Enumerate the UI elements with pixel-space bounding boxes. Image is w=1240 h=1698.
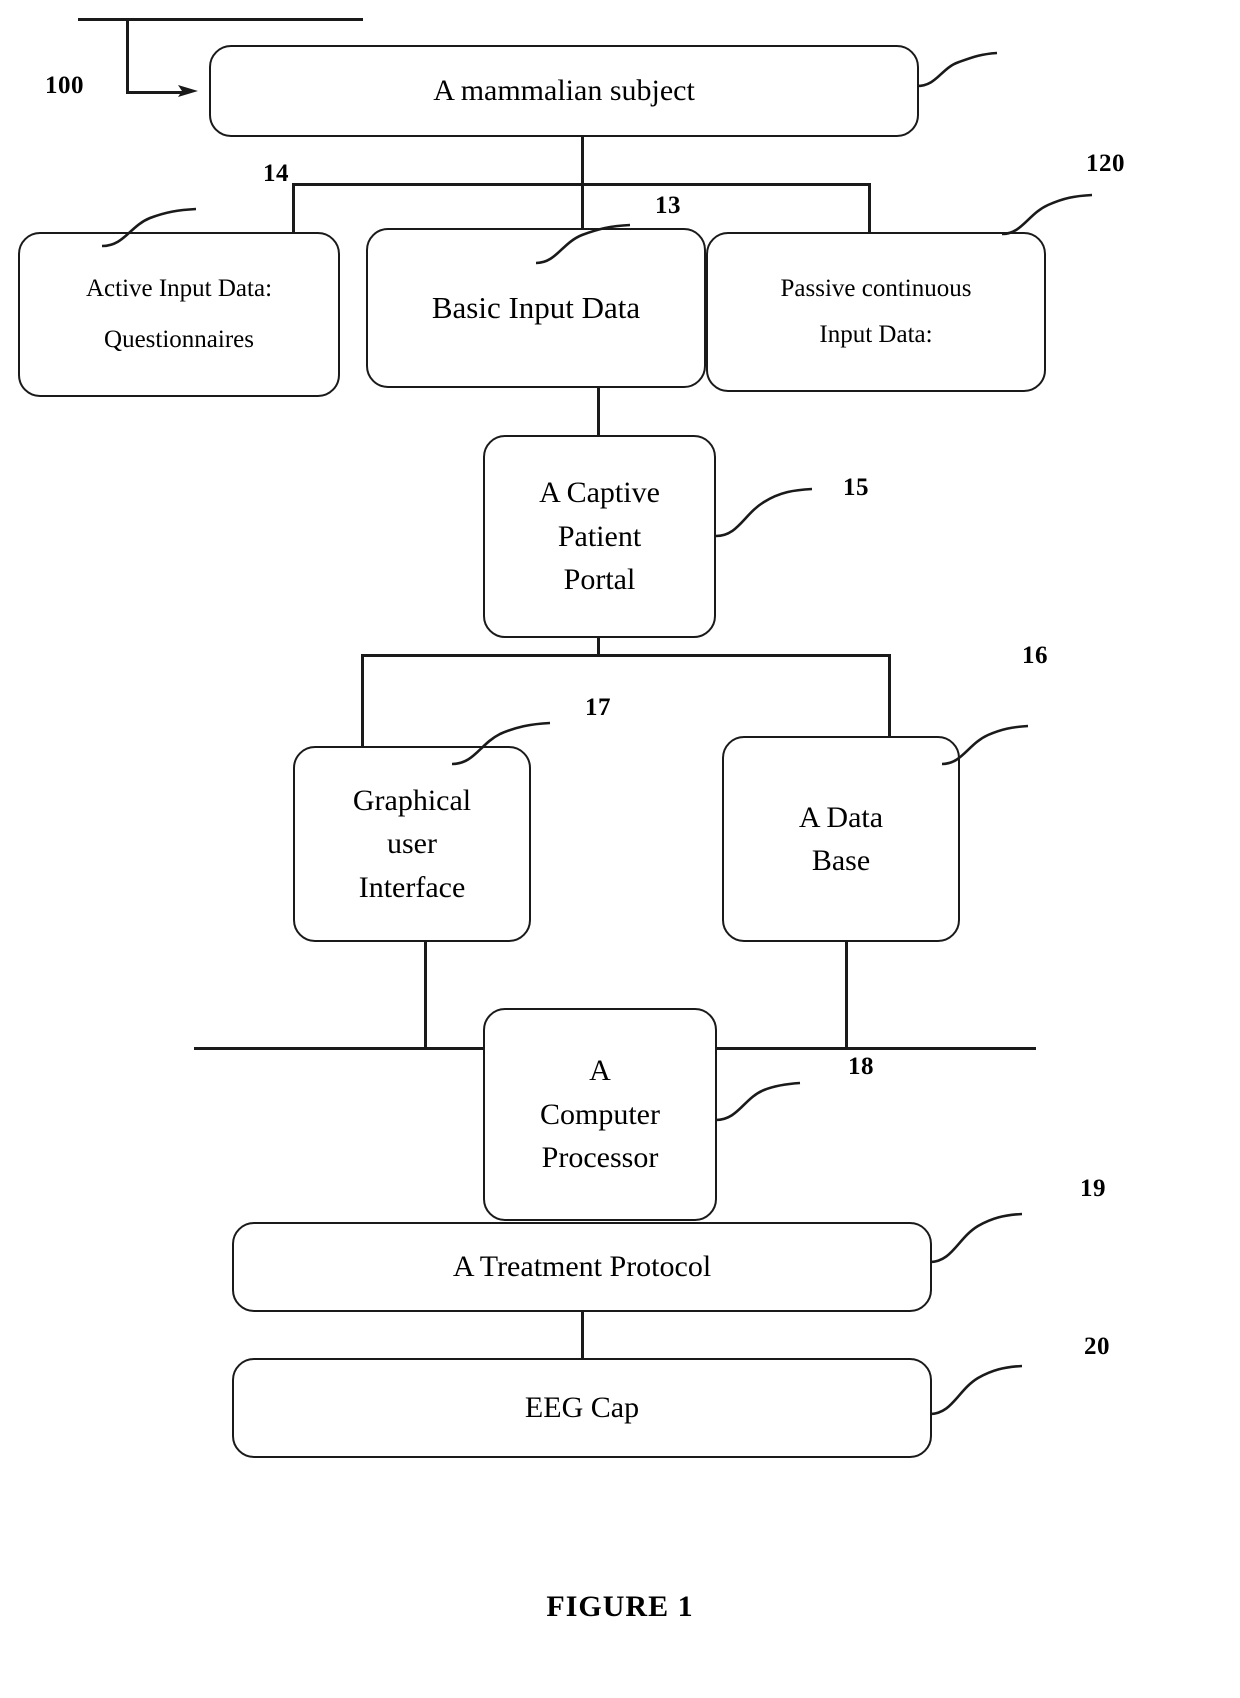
node-captive-patient-portal[interactable]: A Captive Patient Portal <box>483 435 716 638</box>
ref-label-18: 18 <box>848 1053 874 1080</box>
connector-bus-to-database <box>888 654 891 748</box>
node-data-base-line1: A Data <box>798 800 884 834</box>
node-active-input-data[interactable]: Active Input Data: Questionnaires <box>18 232 340 397</box>
node-captive-patient-portal-line3: Portal <box>563 563 636 597</box>
ref-label-14: 14 <box>263 160 289 187</box>
ref-label-13: 13 <box>655 192 681 219</box>
node-captive-patient-portal-line2: Patient <box>557 519 642 553</box>
node-mammalian-subject-label: A mammalian subject <box>433 74 695 108</box>
leader-line-active-input <box>101 207 197 248</box>
ref-100-bracket-vertical <box>126 18 129 93</box>
node-mammalian-subject[interactable]: A mammalian subject <box>209 45 919 137</box>
node-passive-input-data-line2: Input Data: <box>819 321 933 348</box>
node-graphical-user-interface-line3: Interface <box>358 870 466 904</box>
bus-gui-database-row <box>361 654 891 657</box>
ref-100-bracket-arm <box>126 91 184 94</box>
leader-line-database <box>941 724 1029 766</box>
node-graphical-user-interface-line2: user <box>387 827 437 861</box>
node-eeg-cap[interactable]: EEG Cap <box>232 1358 932 1458</box>
leader-line-subject <box>916 51 998 88</box>
leader-line-gui <box>451 721 551 766</box>
leader-line-basic-input <box>535 223 631 265</box>
node-computer-processor-line3: Processor <box>541 1141 659 1175</box>
node-captive-patient-portal-line1: A Captive <box>539 476 660 510</box>
patent-figure-canvas: 100 A mammalian subject 14 13 120 Active… <box>0 0 1240 1698</box>
node-data-base[interactable]: A Data Base <box>722 736 960 942</box>
node-basic-input-data-label: Basic Input Data <box>431 289 641 325</box>
node-data-base-line2: Base <box>811 844 871 877</box>
leader-line-treatment <box>929 1212 1023 1264</box>
node-computer-processor[interactable]: A Computer Processor <box>483 1008 717 1221</box>
ref-label-15: 15 <box>843 474 869 501</box>
ref-label-19: 19 <box>1080 1175 1106 1202</box>
node-graphical-user-interface-line1: Graphical <box>352 783 472 817</box>
connector-basic-input-to-portal <box>597 388 600 438</box>
arrow-head-icon <box>178 85 198 97</box>
ref-label-120: 120 <box>1086 150 1125 177</box>
ref-label-16: 16 <box>1022 642 1048 669</box>
ref-100-bracket-top <box>78 18 363 21</box>
node-active-input-data-line2: Questionnaires <box>104 325 254 353</box>
connector-bus-to-active-input <box>292 183 295 235</box>
leader-line-processor <box>715 1081 801 1122</box>
node-passive-input-data-line1: Passive continuous <box>780 274 972 302</box>
node-active-input-data-line1: Active Input Data: <box>85 275 273 303</box>
node-passive-input-data[interactable]: Passive continuous Input Data: <box>706 232 1046 392</box>
ref-label-100: 100 <box>45 72 84 99</box>
node-eeg-cap-label: EEG Cap <box>524 1391 640 1425</box>
connector-subject-to-bus <box>581 137 584 185</box>
connector-treatment-to-eeg <box>581 1312 584 1360</box>
ref-label-17: 17 <box>585 694 611 721</box>
node-computer-processor-line1: A <box>589 1054 611 1088</box>
leader-line-portal <box>715 487 813 538</box>
figure-caption: FIGURE 1 <box>546 1590 694 1623</box>
node-computer-processor-line2: Computer <box>540 1097 660 1131</box>
leader-line-passive-input <box>1001 193 1093 236</box>
leader-line-eeg <box>929 1364 1023 1416</box>
connector-bus-to-gui <box>361 654 364 748</box>
connector-bus-to-passive-input <box>868 183 871 235</box>
node-treatment-protocol[interactable]: A Treatment Protocol <box>232 1222 932 1312</box>
ref-label-20: 20 <box>1084 1333 1110 1360</box>
node-graphical-user-interface[interactable]: Graphical user Interface <box>293 746 531 942</box>
node-treatment-protocol-label: A Treatment Protocol <box>452 1250 712 1284</box>
